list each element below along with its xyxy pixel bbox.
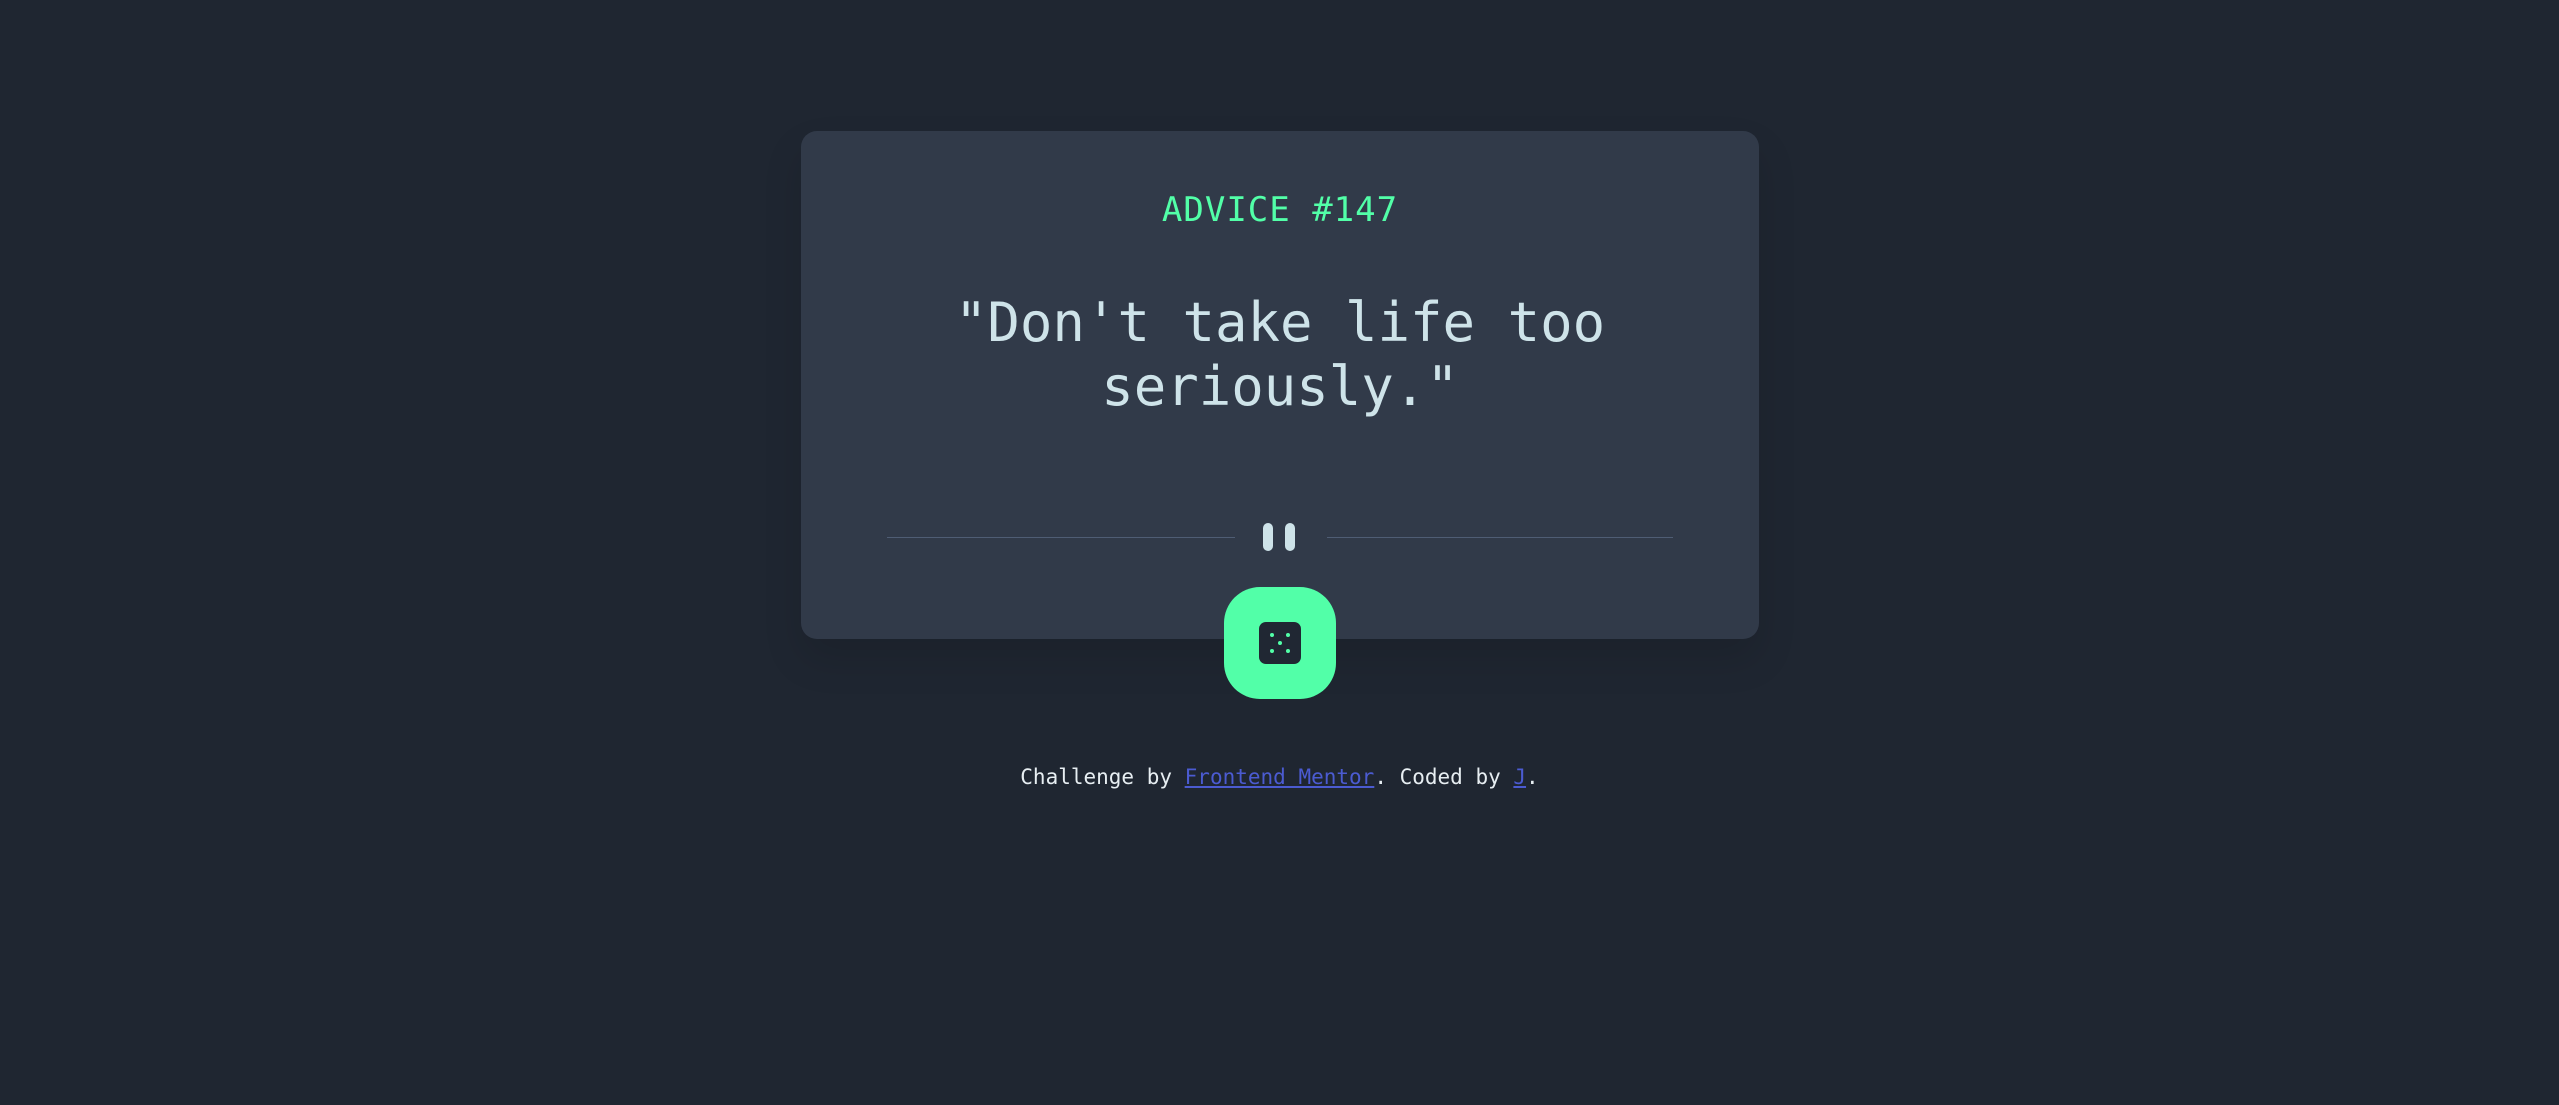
attribution: Challenge by Frontend Mentor. Coded by J… <box>0 764 2559 790</box>
advice-card: ADVICE #147 "Don't take life too serious… <box>801 131 1759 639</box>
author-link[interactable]: J <box>1513 765 1526 789</box>
divider-line-left <box>887 537 1235 538</box>
dice-dot <box>1270 633 1274 637</box>
advice-number: ADVICE #147 <box>1161 190 1399 230</box>
pattern-divider <box>887 523 1673 551</box>
dice-icon <box>1259 622 1301 664</box>
dice-dot <box>1270 649 1274 653</box>
dice-dot <box>1286 649 1290 653</box>
attribution-prefix: Challenge by <box>1020 765 1185 789</box>
page: ADVICE #147 "Don't take life too serious… <box>0 0 2559 1105</box>
advice-quote: "Don't take life too seriously." <box>954 291 1606 418</box>
dice-dot <box>1286 633 1290 637</box>
divider-line-right <box>1327 537 1673 538</box>
dice-dot <box>1278 641 1282 645</box>
attribution-middle: . Coded by <box>1374 765 1514 789</box>
pause-bar-left <box>1263 523 1273 551</box>
attribution-suffix: . <box>1526 765 1539 789</box>
pause-icon <box>1261 523 1299 551</box>
pause-bar-right <box>1285 523 1295 551</box>
generate-advice-button[interactable] <box>1224 587 1336 699</box>
frontend-mentor-link[interactable]: Frontend Mentor <box>1185 765 1375 789</box>
